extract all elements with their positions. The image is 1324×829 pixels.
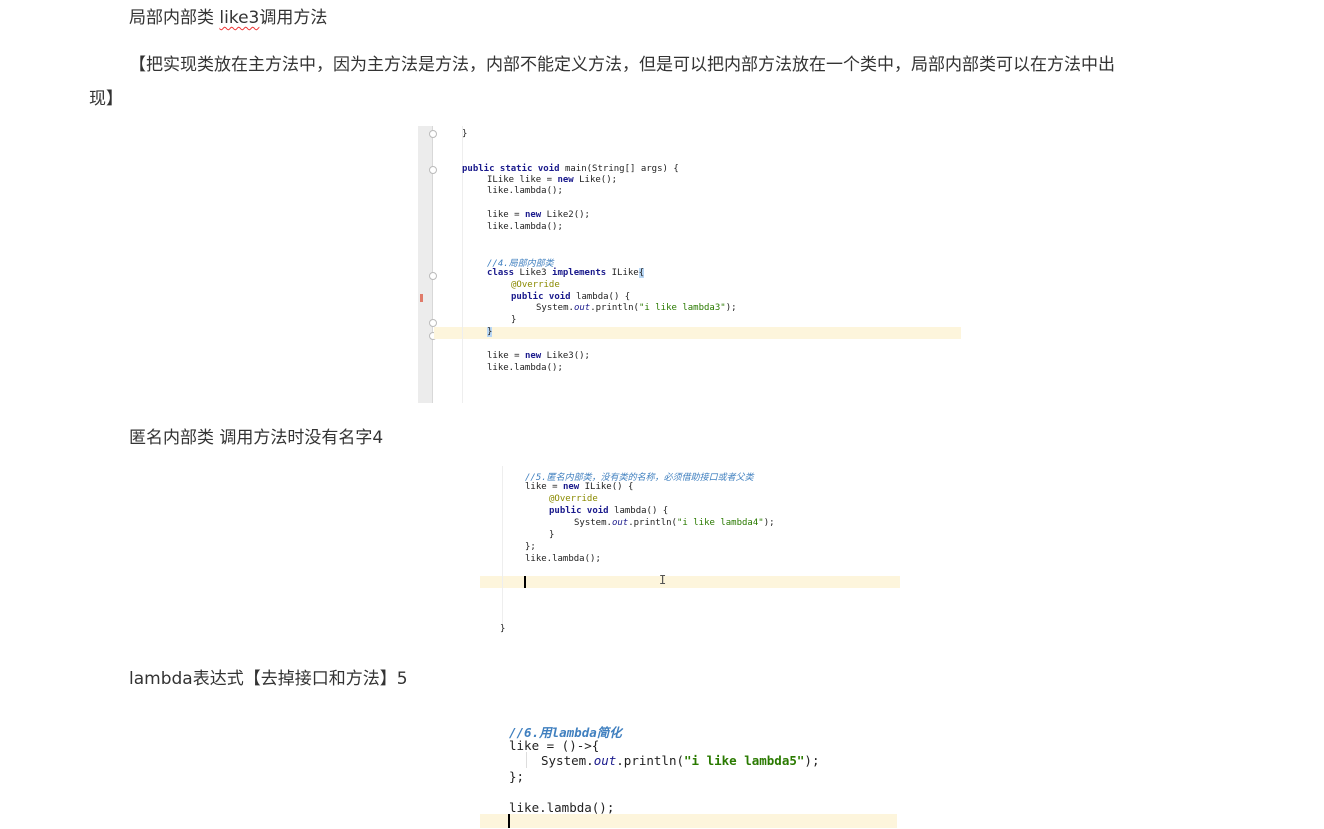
fold-marker xyxy=(429,130,437,138)
code-line: like = ()->{ xyxy=(509,738,600,753)
fold-marker xyxy=(429,272,437,280)
breakpoint-marker xyxy=(420,294,423,302)
code-line: public void lambda() { xyxy=(549,506,669,516)
current-line-highlight xyxy=(434,327,961,339)
code-line: like.lambda(); xyxy=(487,186,563,196)
heading-anonymous-inner-class: 匿名内部类 调用方法时没有名字4 xyxy=(129,428,384,448)
heading-local-inner-class: 局部内部类 like3调用方法 xyxy=(129,8,328,28)
code-line: System.out.println("i like lambda3"); xyxy=(536,303,737,313)
code-line: like = new Like2(); xyxy=(487,210,590,220)
code-line: public void lambda() { xyxy=(511,292,631,302)
code-line: }; xyxy=(525,542,536,552)
code-line: }; xyxy=(509,769,525,784)
code-line: like.lambda(); xyxy=(487,222,563,232)
explanation-line-1: 【把实现类放在主方法中，因为主方法是方法，内部不能定义方法，但是可以把内部方法放… xyxy=(129,55,1115,75)
current-line-highlight xyxy=(480,576,900,588)
heading-lambda-expression: lambda表达式【去掉接口和方法】5 xyxy=(129,669,408,689)
code-line: } xyxy=(500,624,506,634)
fold-marker xyxy=(429,319,437,327)
code-annotation: @Override xyxy=(549,494,598,504)
text-caret xyxy=(508,814,510,828)
code-line: } xyxy=(511,315,517,325)
code-line: class Like3 implements ILike{ xyxy=(487,268,645,278)
fold-marker xyxy=(429,166,437,174)
text-caret xyxy=(524,576,526,588)
code-line: } xyxy=(549,530,555,540)
code-annotation: @Override xyxy=(511,280,560,290)
explanation-line-2: 现】 xyxy=(89,89,123,109)
code-screenshot-local-class: } public static void main(String[] args)… xyxy=(418,126,961,403)
code-line: ILike like = new Like(); xyxy=(487,175,618,185)
code-screenshot-anonymous-class: //5.匿名内部类，没有类的名称，必须借助接口或者父类 like = new I… xyxy=(480,466,900,638)
code-line: like = new ILike() { xyxy=(525,482,634,492)
code-line: System.out.println("i like lambda5"); xyxy=(541,753,820,768)
code-line: public static void main(String[] args) { xyxy=(462,164,679,174)
code-line: } xyxy=(487,327,493,337)
code-line: System.out.println("i like lambda4"); xyxy=(574,518,775,528)
code-line: like.lambda(); xyxy=(525,554,601,564)
code-line: like.lambda(); xyxy=(509,800,615,815)
current-line-highlight xyxy=(480,814,897,828)
code-line: } xyxy=(462,129,468,139)
code-line: like = new Like3(); xyxy=(487,351,590,361)
spellcheck-word: like3 xyxy=(219,8,260,28)
code-line: like.lambda(); xyxy=(487,363,563,373)
code-screenshot-lambda: //6.用lambda简化 like = ()->{ System.out.pr… xyxy=(480,716,900,829)
mouse-ibeam-cursor: I xyxy=(659,573,667,587)
